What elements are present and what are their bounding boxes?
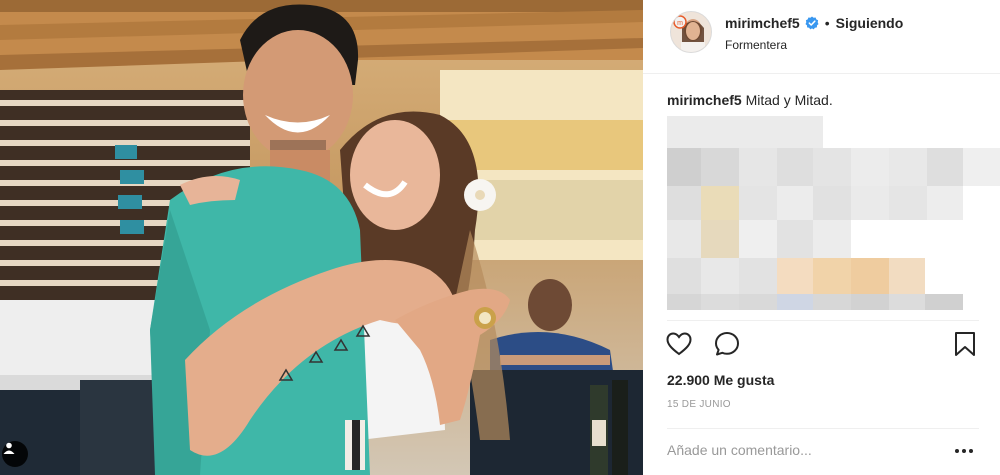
photo-illustration (0, 0, 643, 475)
more-options-icon (954, 441, 974, 459)
caption-text: Mitad y Mitad. (745, 92, 833, 108)
heart-icon (666, 331, 692, 361)
comment-icon (714, 331, 740, 362)
pixelated-comments (667, 116, 1000, 316)
location-link[interactable]: Formentera (725, 38, 787, 52)
separator-dot: • (824, 15, 830, 31)
comment-button[interactable] (711, 330, 743, 362)
username-link[interactable]: mirimchef5 (725, 15, 800, 31)
comment-box (667, 428, 979, 468)
svg-text:m: m (677, 20, 683, 27)
user-tag-icon[interactable] (2, 441, 28, 467)
post-sidebar: m mirimchef5 • Siguiendo Formentera miri… (643, 0, 1000, 475)
caption: mirimchef5 Mitad y Mitad. (667, 92, 833, 108)
verified-badge-icon (805, 16, 819, 30)
action-bar (666, 330, 981, 362)
caption-username[interactable]: mirimchef5 (667, 92, 742, 108)
post-header: m mirimchef5 • Siguiendo Formentera (643, 0, 1000, 74)
avatar[interactable]: m (670, 11, 712, 53)
post-photo[interactable] (0, 0, 643, 475)
save-button[interactable] (949, 330, 981, 362)
post-date[interactable]: 15 DE JUNIO (667, 399, 731, 410)
likes-count[interactable]: 22.900 Me gusta (667, 372, 774, 388)
username-row: mirimchef5 • Siguiendo (725, 14, 903, 32)
like-button[interactable] (663, 330, 695, 362)
following-button[interactable]: Siguiendo (836, 15, 904, 31)
actions-divider (667, 320, 979, 321)
comment-input[interactable] (667, 439, 937, 461)
more-options-button[interactable] (949, 439, 979, 461)
bookmark-icon (954, 331, 976, 362)
